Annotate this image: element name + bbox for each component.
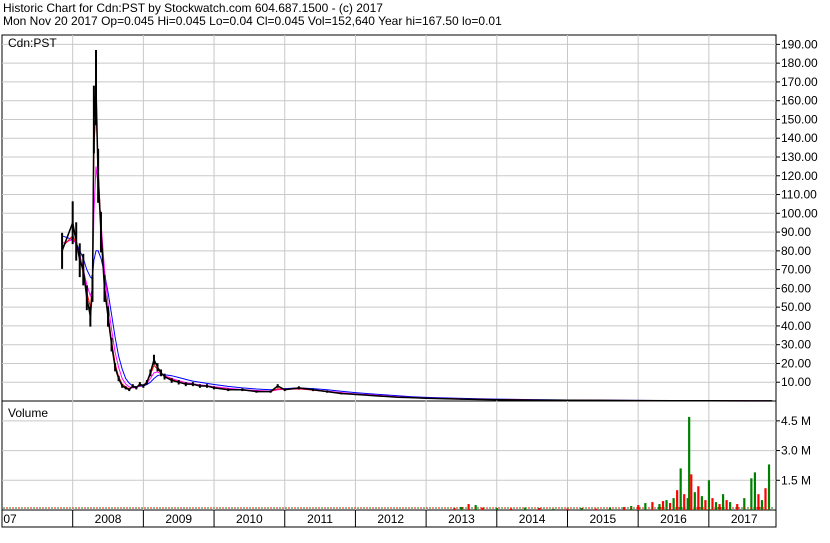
y-tick-label: 90.00 xyxy=(781,225,811,239)
x-tick-label: 2010 xyxy=(236,512,263,526)
volume-bar xyxy=(460,507,463,510)
y-tick-label: 190.00 xyxy=(781,37,818,51)
volume-y-tick-label: 3.0 M xyxy=(781,444,811,458)
y-tick-label: 20.00 xyxy=(781,356,811,370)
volume-bar xyxy=(757,494,760,510)
volume-bar xyxy=(750,478,753,510)
volume-panel-title: Volume xyxy=(8,406,48,420)
price-panel-title: Cdn:PST xyxy=(8,36,57,50)
stock-chart: 07 2008 2009 2010 2011 2012 2013 2014 2015 2016 20… xyxy=(1,34,818,528)
x-tick-label: 2008 xyxy=(95,512,122,526)
y-tick-label: 60.00 xyxy=(781,281,811,295)
volume-bar xyxy=(690,474,693,510)
x-tick-label: 2016 xyxy=(660,512,687,526)
volume-bar xyxy=(580,508,583,510)
volume-bar xyxy=(697,486,700,510)
volume-bar xyxy=(767,464,771,510)
x-tick-label: 2017 xyxy=(731,512,758,526)
y-tick-label: 140.00 xyxy=(781,131,818,145)
y-tick-label: 130.00 xyxy=(781,150,818,164)
y-tick-label: 10.00 xyxy=(781,375,811,389)
volume-bar xyxy=(538,508,541,510)
y-tick-label: 30.00 xyxy=(781,338,811,352)
volume-y-tick-label: 1.5 M xyxy=(781,473,811,487)
volume-bar xyxy=(658,504,661,510)
volume-bar xyxy=(679,468,682,510)
y-tick-label: 100.00 xyxy=(781,206,818,220)
volume-bar xyxy=(764,488,767,510)
x-tick-label: 2011 xyxy=(307,512,333,526)
x-tick-label: 2012 xyxy=(377,512,404,526)
volume-y-tick-label: 4.5 M xyxy=(781,414,811,428)
price-panel xyxy=(1,34,777,402)
x-tick-label: 07 xyxy=(3,512,17,526)
volume-bar xyxy=(688,416,691,510)
volume-bar xyxy=(718,504,721,510)
x-tick-label: 2015 xyxy=(589,512,616,526)
y-tick-label: 180.00 xyxy=(781,56,818,70)
volume-bar xyxy=(707,480,711,510)
y-tick-label: 70.00 xyxy=(781,263,811,277)
y-tick-label: 150.00 xyxy=(781,112,818,126)
x-tick-label: 2014 xyxy=(519,512,546,526)
volume-bar xyxy=(753,472,756,510)
y-tick-label: 50.00 xyxy=(781,300,811,314)
y-tick-label: 170.00 xyxy=(781,75,818,89)
x-tick-label: 2009 xyxy=(165,512,192,526)
x-tick-label: 2013 xyxy=(448,512,475,526)
y-tick-label: 110.00 xyxy=(781,188,817,202)
y-tick-label: 120.00 xyxy=(781,169,818,183)
volume-panel xyxy=(1,400,777,511)
y-tick-label: 40.00 xyxy=(781,319,811,333)
y-tick-label: 80.00 xyxy=(781,244,811,258)
y-tick-label: 160.00 xyxy=(781,94,818,108)
